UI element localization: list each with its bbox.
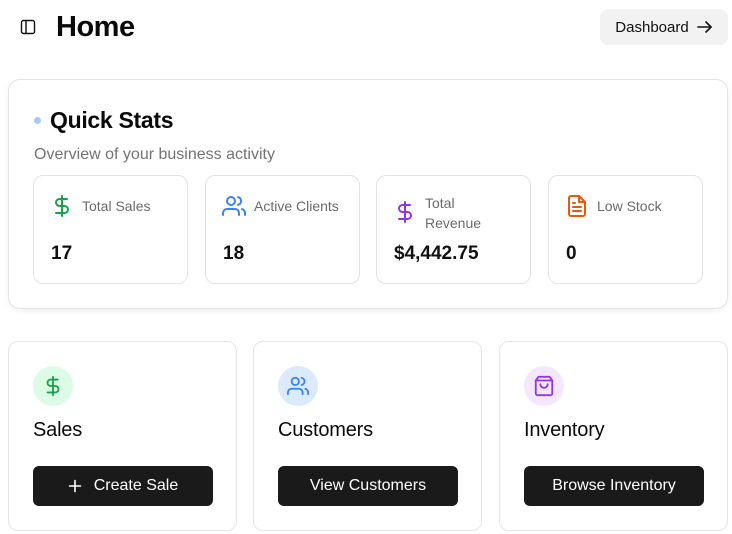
dashboard-button[interactable]: Dashboard: [600, 9, 728, 45]
sidebar-toggle-icon: [20, 19, 36, 35]
quick-stats-title: Quick Stats: [50, 107, 174, 133]
home-page: Home Dashboard Quick Stats Overview of y…: [0, 0, 732, 534]
stat-value: 18: [223, 243, 245, 264]
document-icon: [568, 195, 586, 217]
customers-card: Customers View Customers: [253, 341, 482, 531]
stat-value: $4,442.75: [394, 243, 479, 264]
sales-card-title: Sales: [33, 419, 83, 441]
dollar-icon: [46, 375, 60, 397]
quick-stats-subtitle: Overview of your business activity: [34, 146, 275, 163]
quick-stats-card: Quick Stats Overview of your business ac…: [8, 79, 728, 309]
inventory-card: Inventory Browse Inventory: [499, 341, 728, 531]
dollar-icon: [55, 195, 69, 217]
inventory-card-title: Inventory: [524, 419, 605, 441]
stat-card-low-stock: Low Stock 0: [548, 175, 703, 284]
stat-label: Total Sales: [82, 198, 151, 214]
stat-label: Active Clients: [254, 198, 339, 214]
stat-label: Total Revenue: [425, 195, 482, 231]
shopping-bag-icon: [534, 375, 554, 397]
inventory-icon-badge: [524, 366, 564, 406]
stat-label: Low Stock: [597, 198, 662, 214]
create-sale-button-label: Create Sale: [93, 477, 179, 494]
status-dot: [34, 117, 41, 124]
stat-card-total-sales: Total Sales 17: [33, 175, 188, 284]
stat-value: 17: [51, 243, 73, 264]
dollar-icon: [398, 201, 412, 223]
sales-card: Sales Create Sale: [8, 341, 237, 531]
customers-card-title: Customers: [278, 419, 373, 441]
page-title: Home: [56, 11, 135, 43]
create-sale-button[interactable]: Create Sale: [33, 466, 213, 506]
sales-icon-badge: [33, 366, 73, 406]
stat-card-total-revenue: Total Revenue $4,442.75: [376, 175, 531, 284]
arrow-right-icon: [696, 21, 712, 33]
view-customers-button[interactable]: View Customers: [278, 466, 458, 506]
users-icon: [287, 376, 309, 396]
customers-icon-badge: [278, 366, 318, 406]
plus-icon: [68, 479, 82, 493]
dashboard-button-label: Dashboard: [615, 18, 689, 36]
sidebar-toggle-button[interactable]: [18, 17, 38, 37]
stat-card-active-clients: Active Clients 18: [205, 175, 360, 284]
stat-value: 0: [566, 243, 577, 264]
users-icon: [222, 196, 246, 216]
view-customers-button-label: View Customers: [309, 477, 427, 494]
browse-inventory-button-label: Browse Inventory: [552, 477, 676, 494]
browse-inventory-button[interactable]: Browse Inventory: [524, 466, 704, 506]
